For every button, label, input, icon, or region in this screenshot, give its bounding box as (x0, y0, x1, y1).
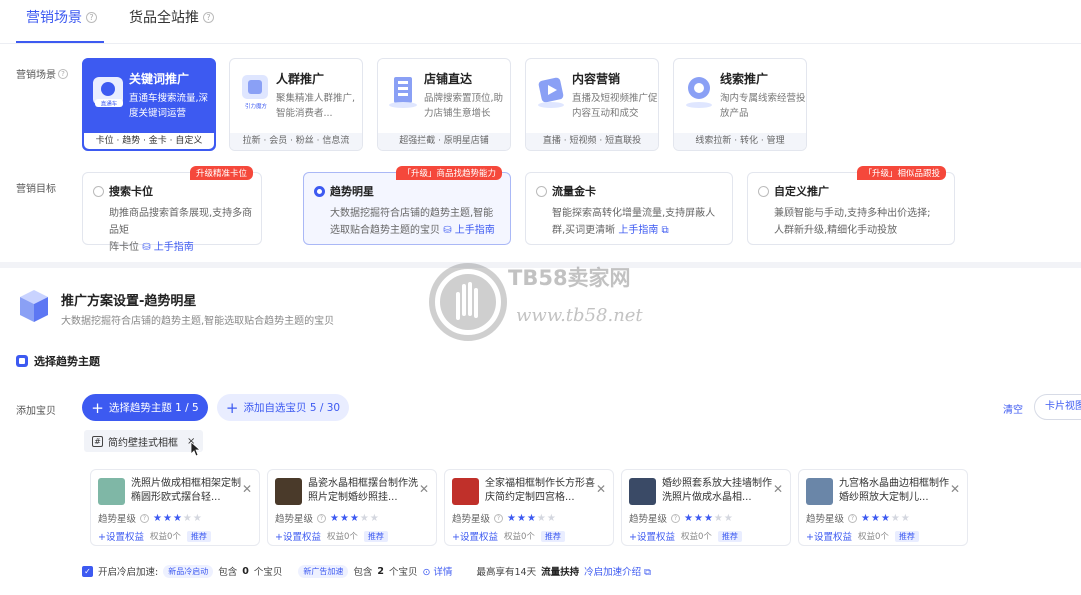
active-tab-indicator (16, 41, 104, 43)
clear-link[interactable]: 清空 (1003, 401, 1023, 416)
scene-label: 营销场景? (16, 66, 68, 81)
plan-cube-icon (20, 290, 48, 322)
keyword-promo-icon: 直通车 (93, 77, 123, 108)
plus-icon: + (91, 398, 104, 417)
help-icon[interactable]: ? (58, 68, 68, 79)
product-card[interactable]: 全家福相框制作长方形喜庆简约定制四宫格... ✕ 趋势星级? ★★★★★ +设置权… (444, 469, 614, 546)
goal-radio[interactable] (758, 186, 769, 197)
product-card[interactable]: 九宫格水晶曲边相框制作婚纱照放大定制儿... ✕ 趋势星级? ★★★★★ +设置权… (798, 469, 968, 546)
help-icon[interactable]: ? (848, 513, 858, 523)
plan-subtitle: 大数据挖掘符合店铺的趋势主题,智能选取贴合趋势主题的宝贝 (61, 316, 335, 327)
close-icon[interactable]: ✕ (419, 482, 429, 496)
product-thumbnail (275, 478, 302, 505)
goal-radio[interactable] (93, 186, 104, 197)
campaign-top-panel: 营销场景? 货品全站推? 营销场景? 直通车 关键词推广 直通车搜索流量,深度关… (0, 0, 1081, 262)
close-icon[interactable]: ✕ (773, 482, 783, 496)
set-rights-link[interactable]: +设置权益 (98, 529, 144, 543)
trend-stars: ★★★★★ (153, 512, 203, 524)
detail-link[interactable]: ⊙ 详情 (423, 564, 453, 578)
plus-icon: + (225, 398, 239, 417)
recommend-badge: 推荐 (717, 530, 742, 542)
theme-tag: # 简约壁挂式相框 × (84, 430, 204, 452)
new-item-pill: 新品冷启动 (163, 564, 214, 578)
trend-stars: ★★★★★ (684, 512, 734, 524)
upgrade-badge: 「升级」商品找趋势能力 (396, 166, 502, 180)
watermark-text: TB58卖家网 (508, 266, 631, 290)
scene-card-store-direct[interactable]: 店铺直达 品牌搜索置顶位,助力店铺生意增长 超强拦截 · 原明星店铺 (377, 58, 511, 151)
watermark-hand-logo (429, 263, 507, 341)
product-thumbnail (629, 478, 656, 505)
close-icon[interactable]: ✕ (242, 482, 252, 496)
new-ad-pill: 新广告加速 (298, 564, 349, 578)
close-icon[interactable]: ✕ (596, 482, 606, 496)
product-card[interactable]: 洗照片做成相框相架定制椭圆形欧式摆台轻... ✕ 趋势星级? ★★★★★ +设置权… (90, 469, 260, 546)
card-view-toggle[interactable]: 卡片视图 (1034, 394, 1081, 420)
close-icon[interactable]: ✕ (950, 482, 960, 496)
goal-radio-selected[interactable] (314, 186, 325, 197)
help-icon[interactable]: ? (86, 12, 97, 23)
recommend-badge: 推荐 (186, 530, 211, 542)
recommend-badge: 推荐 (363, 530, 388, 542)
upgrade-badge: 升级精准卡位 (189, 166, 253, 180)
trend-stars: ★★★★★ (507, 512, 557, 524)
scene-card-keyword[interactable]: 直通车 关键词推广 直通车搜索流量,深度关键词运营 卡位 · 趋势 · 金卡 ·… (82, 58, 216, 151)
video-play-icon (538, 77, 564, 108)
help-icon[interactable]: ? (671, 513, 681, 523)
set-rights-link[interactable]: +设置权益 (806, 529, 852, 543)
tab-bar: 营销场景? 货品全站推? (0, 0, 1081, 44)
hashtag-icon: # (92, 435, 103, 447)
cold-start-checkbox[interactable]: ✓ (82, 565, 93, 577)
section-title: 选择趋势主题 (16, 353, 100, 369)
store-building-icon (389, 77, 417, 108)
set-rights-link[interactable]: +设置权益 (452, 529, 498, 543)
product-thumbnail (452, 478, 479, 505)
scene-card-audience[interactable]: 引力魔方 人群推广 聚集精准人群推广,智能消费者... 拉新 · 会员 · 粉丝… (229, 58, 363, 151)
cold-start-row: ✓ 开启冷启加速: 新品冷启动 包含 0 个宝贝 新广告加速 包含 2 个宝贝 ⊙ 详情… (82, 564, 651, 578)
goal-radio[interactable] (536, 186, 547, 197)
goal-card-trend-star[interactable]: 「升级」商品找趋势能力 趋势明星 大数据挖掘符合店铺的趋势主题,智能 选取贴合趋… (303, 166, 511, 245)
svg-text:引力魔方: 引力魔方 (245, 102, 268, 110)
select-theme-button[interactable]: + 选择趋势主题 1 / 5 (82, 394, 208, 421)
help-icon[interactable]: ? (203, 12, 214, 23)
goal-card-custom[interactable]: 「升级」相似品跟投 自定义推广 兼顾智能与手动,支持多种出价选择; 人群新升级,… (747, 166, 955, 245)
set-rights-link[interactable]: +设置权益 (629, 529, 675, 543)
product-thumbnail (98, 478, 125, 505)
goal-card-search-slot[interactable]: 升级精准卡位 搜索卡位 助推商品搜索首条展现,支持多商品矩 阵卡位 ⛁ 上手指南 (82, 166, 262, 253)
help-icon[interactable]: ? (494, 513, 504, 523)
audience-promo-icon: 引力魔方 (242, 75, 268, 110)
goal-label: 营销目标 (16, 184, 56, 195)
recommend-badge: 推荐 (894, 530, 919, 542)
guide-link[interactable]: ⛁ 上手指南 (443, 225, 495, 236)
add-item-label: 添加宝贝 (16, 406, 56, 417)
leads-icon (686, 77, 712, 108)
plan-title: 推广方案设置-趋势明星 (61, 294, 197, 309)
trend-stars: ★★★★★ (330, 512, 380, 524)
help-icon[interactable]: ? (317, 513, 327, 523)
goal-card-traffic-gold[interactable]: 流量金卡 智能探索高转化增量流量,支持屏蔽人 群,买词更清晰 上手指南 ⧉ (525, 172, 733, 245)
scene-card-leads[interactable]: 线索推广 淘内专属线索经营投放产品 线索拉新 · 转化 · 管理 (673, 58, 807, 151)
recommend-badge: 推荐 (540, 530, 565, 542)
tab-site-wide-promo[interactable]: 货品全站推? (129, 8, 214, 44)
mouse-cursor-icon (191, 442, 201, 456)
product-thumbnail (806, 478, 833, 505)
guide-link[interactable]: 上手指南 ⧉ (618, 225, 668, 236)
add-custom-item-button[interactable]: + 添加自选宝贝 5 / 30 (217, 394, 349, 421)
trend-stars: ★★★★★ (861, 512, 911, 524)
upgrade-badge: 「升级」相似品跟投 (857, 166, 946, 180)
product-card[interactable]: 婚纱照套系放大挂墙制作洗照片做成水晶相... ✕ 趋势星级? ★★★★★ +设置权… (621, 469, 791, 546)
cold-start-intro-link[interactable]: 冷启加速介绍 ⧉ (584, 564, 651, 578)
set-rights-link[interactable]: +设置权益 (275, 529, 321, 543)
help-icon[interactable]: ? (140, 513, 150, 523)
section-icon (16, 355, 28, 367)
svg-text:直通车: 直通车 (101, 100, 118, 108)
scene-card-content[interactable]: 内容营销 直播及短视频推广促内容互动和成交 直播 · 短视频 · 短直联投 (525, 58, 659, 151)
guide-link[interactable]: ⛁ 上手指南 (142, 242, 194, 253)
product-card[interactable]: 晶瓷水晶相框摆台制作洗照片定制婚纱照挂... ✕ 趋势星级? ★★★★★ +设置权… (267, 469, 437, 546)
tab-marketing-scene[interactable]: 营销场景? (26, 8, 97, 44)
watermark-url: www.tb58.net (516, 305, 643, 326)
